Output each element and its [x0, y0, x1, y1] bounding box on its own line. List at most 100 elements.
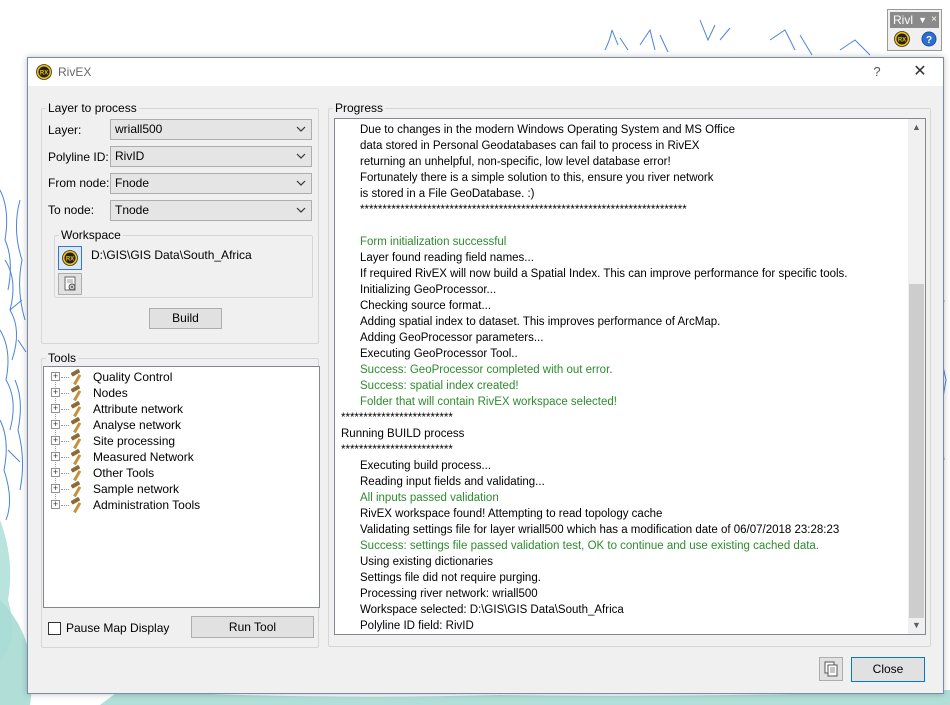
workspace-legend: Workspace	[61, 228, 121, 242]
log-line: Reading input fields and validating...	[360, 476, 545, 488]
from-node-value: Fnode	[115, 176, 150, 190]
tools-tree[interactable]: + Quality Control + Nodes + Attribute ne…	[43, 366, 320, 608]
run-tool-button[interactable]: Run Tool	[191, 616, 314, 638]
expand-icon[interactable]: +	[51, 388, 60, 397]
tree-item-other-tools[interactable]: + Other Tools	[44, 465, 314, 481]
expand-icon[interactable]: +	[51, 484, 60, 493]
to-node-value: Tnode	[115, 203, 150, 217]
tree-item-site-processing[interactable]: + Site processing	[44, 433, 314, 449]
pause-map-display-checkbox[interactable]	[48, 622, 61, 635]
tree-item-nodes[interactable]: + Nodes	[44, 385, 314, 401]
toolbar-close-icon[interactable]: ×	[931, 12, 937, 28]
expand-icon[interactable]: +	[51, 468, 60, 477]
progress-legend: Progress	[335, 101, 384, 115]
log-scrollbar[interactable]: ▲ ▼	[908, 119, 925, 634]
hammer-icon	[70, 385, 82, 401]
workspace-group: Workspace	[54, 228, 313, 298]
tree-item-label: Other Tools	[93, 466, 155, 480]
tree-item-administration-tools[interactable]: + Administration Tools	[44, 497, 314, 513]
expand-icon[interactable]: +	[51, 420, 60, 429]
log-line: Success: settings file passed validation…	[360, 540, 819, 552]
tree-item-sample-network[interactable]: + Sample network	[44, 481, 314, 497]
pause-map-display-label[interactable]: Pause Map Display	[66, 621, 169, 635]
log-line: Processing river network: wriall500	[360, 588, 538, 600]
log-line: Executing build process...	[360, 460, 492, 472]
expand-icon[interactable]: +	[51, 452, 60, 461]
dialog-title-bar[interactable]: RX RivEX ? ✕	[28, 58, 943, 86]
help-button[interactable]: ?	[866, 61, 888, 83]
log-line: Initializing GeoProcessor...	[360, 284, 497, 296]
hammer-icon	[70, 481, 82, 497]
chevron-down-icon	[296, 207, 306, 213]
mini-toolbar-title: Rivl	[893, 13, 913, 27]
progress-log[interactable]: Due to changes in the modern Windows Ope…	[334, 118, 926, 635]
close-window-button[interactable]: ✕	[906, 61, 934, 83]
workspace-path: D:\GIS\GIS Data\South_Africa	[91, 248, 252, 262]
tree-item-label: Administration Tools	[93, 498, 201, 512]
tree-item-label: Analyse network	[93, 418, 182, 432]
log-line: *************************	[341, 444, 453, 456]
build-button[interactable]: Build	[149, 308, 222, 329]
polyline-id-combobox[interactable]: RivID	[110, 146, 312, 167]
tree-connector	[61, 505, 69, 506]
tree-connector	[61, 393, 69, 394]
log-line: returning an unhelpful, non-specific, lo…	[360, 156, 671, 168]
mini-toolbar-title-bar[interactable]: Rivl ▼ ×	[890, 12, 939, 28]
close-button[interactable]: Close	[851, 657, 925, 682]
hammer-icon	[70, 417, 82, 433]
log-line: Validating settings file for layer wrial…	[360, 524, 840, 536]
copy-log-icon	[824, 661, 838, 677]
log-line: is stored in a File GeoDatabase. :)	[360, 188, 535, 200]
tree-item-attribute-network[interactable]: + Attribute network	[44, 401, 314, 417]
to-node-combobox[interactable]: Tnode	[110, 200, 312, 221]
tree-connector	[61, 457, 69, 458]
log-line: Settings file did not require purging.	[360, 572, 541, 584]
log-line: *************************	[341, 412, 453, 424]
log-line: ****************************************…	[360, 204, 687, 216]
expand-icon[interactable]: +	[51, 436, 60, 445]
log-line: Success: GeoProcessor completed with out…	[360, 364, 613, 376]
scroll-thumb[interactable]	[909, 284, 924, 618]
copy-log-button[interactable]	[819, 657, 843, 681]
svg-text:RX: RX	[66, 257, 74, 263]
svg-text:RX: RX	[40, 71, 48, 77]
log-line: Executing GeoProcessor Tool..	[360, 348, 518, 360]
layer-to-process-legend: Layer to process	[48, 101, 137, 115]
log-line: Success: spatial index created!	[360, 380, 519, 392]
polyline-id-value: RivID	[115, 149, 145, 163]
scroll-up-icon[interactable]: ▲	[908, 119, 925, 136]
from-node-combobox[interactable]: Fnode	[110, 173, 312, 194]
tree-item-label: Site processing	[93, 434, 176, 448]
svg-text:RX: RX	[898, 38, 906, 44]
workspace-settings-button[interactable]	[58, 273, 82, 295]
tree-connector	[61, 441, 69, 442]
log-line: Due to changes in the modern Windows Ope…	[360, 124, 736, 136]
expand-icon[interactable]: +	[51, 372, 60, 381]
rivex-logo-icon: RX	[62, 250, 78, 266]
tree-item-analyse-network[interactable]: + Analyse network	[44, 417, 314, 433]
hammer-icon	[70, 497, 82, 513]
tree-connector	[61, 409, 69, 410]
rivex-mini-toolbar: Rivl ▼ × RX ?	[887, 9, 942, 51]
layer-combobox[interactable]: wriall500	[110, 119, 312, 140]
scroll-down-icon[interactable]: ▼	[908, 617, 925, 634]
tree-item-quality-control[interactable]: + Quality Control	[44, 369, 314, 385]
chevron-down-icon	[296, 153, 306, 159]
tree-item-label: Measured Network	[93, 450, 194, 464]
set-workspace-button[interactable]: RX	[58, 246, 82, 270]
log-line: Running BUILD process	[341, 428, 465, 440]
hammer-icon	[70, 465, 82, 481]
tree-item-measured-network[interactable]: + Measured Network	[44, 449, 314, 465]
tree-connector	[61, 377, 69, 378]
expand-icon[interactable]: +	[51, 500, 60, 509]
tree-item-label: Attribute network	[93, 402, 184, 416]
expand-icon[interactable]: +	[51, 404, 60, 413]
toolbar-options-caret-icon[interactable]: ▼	[918, 12, 927, 28]
rivex-logo-icon[interactable]: RX	[894, 31, 910, 47]
log-line: If required RivEX will now build a Spati…	[360, 268, 848, 280]
tree-connector	[61, 489, 69, 490]
tree-item-label: Quality Control	[93, 370, 173, 384]
help-icon[interactable]: ?	[921, 31, 937, 47]
log-line: Adding spatial index to dataset. This im…	[360, 316, 721, 328]
tree-item-label: Nodes	[93, 386, 128, 400]
